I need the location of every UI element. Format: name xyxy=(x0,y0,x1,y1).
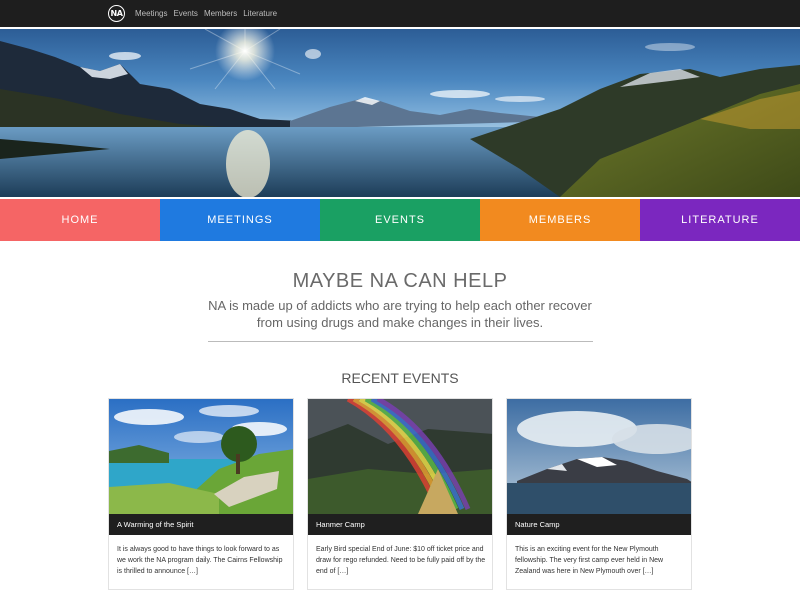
event-card-title[interactable]: A Warming of the Spirit xyxy=(109,514,293,535)
topnav-events-link[interactable]: Events xyxy=(173,9,197,18)
nav-home[interactable]: HOME xyxy=(0,199,160,241)
event-card-2[interactable]: Hanmer Camp Early Bird special End of Ju… xyxy=(307,398,493,590)
logo-text: NA xyxy=(110,9,123,18)
event-card-text: This is an exciting event for the New Pl… xyxy=(515,546,664,575)
main-nav-bar: HOME MEETINGS EVENTS MEMBERS LITERATURE xyxy=(0,199,800,241)
event-card-image[interactable] xyxy=(308,399,492,514)
page-title: MAYBE NA CAN HELP xyxy=(292,270,508,292)
event-card-text: It is always good to have things to look… xyxy=(117,546,283,575)
event-card-image[interactable] xyxy=(109,399,293,514)
section-divider xyxy=(208,341,593,342)
recent-events-heading: RECENT EVENTS xyxy=(341,370,459,386)
nav-events[interactable]: EVENTS xyxy=(320,199,480,241)
topnav-members-link[interactable]: Members xyxy=(204,9,237,18)
event-card-title[interactable]: Hanmer Camp xyxy=(308,514,492,535)
event-card-text: Early Bird special End of June: $10 off … xyxy=(316,546,486,575)
top-navbar: NA Meetings Events Members Literature xyxy=(0,0,800,27)
event-card-image[interactable] xyxy=(507,399,691,514)
nav-meetings[interactable]: MEETINGS xyxy=(160,199,320,241)
top-nav-links: Meetings Events Members Literature xyxy=(135,0,277,27)
na-logo[interactable]: NA xyxy=(108,5,125,22)
hero-banner-image xyxy=(0,29,800,197)
topnav-literature-link[interactable]: Literature xyxy=(243,9,277,18)
hero-landscape-illustration xyxy=(0,29,800,197)
nav-literature[interactable]: LITERATURE xyxy=(640,199,800,241)
nav-members[interactable]: MEMBERS xyxy=(480,199,640,241)
event-card-1[interactable]: A Warming of the Spirit It is always goo… xyxy=(108,398,294,590)
event-card-3[interactable]: Nature Camp This is an exciting event fo… xyxy=(506,398,692,590)
intro-text: NA is made up of addicts who are trying … xyxy=(208,298,592,330)
topnav-meetings-link[interactable]: Meetings xyxy=(135,9,167,18)
event-card-title[interactable]: Nature Camp xyxy=(507,514,691,535)
